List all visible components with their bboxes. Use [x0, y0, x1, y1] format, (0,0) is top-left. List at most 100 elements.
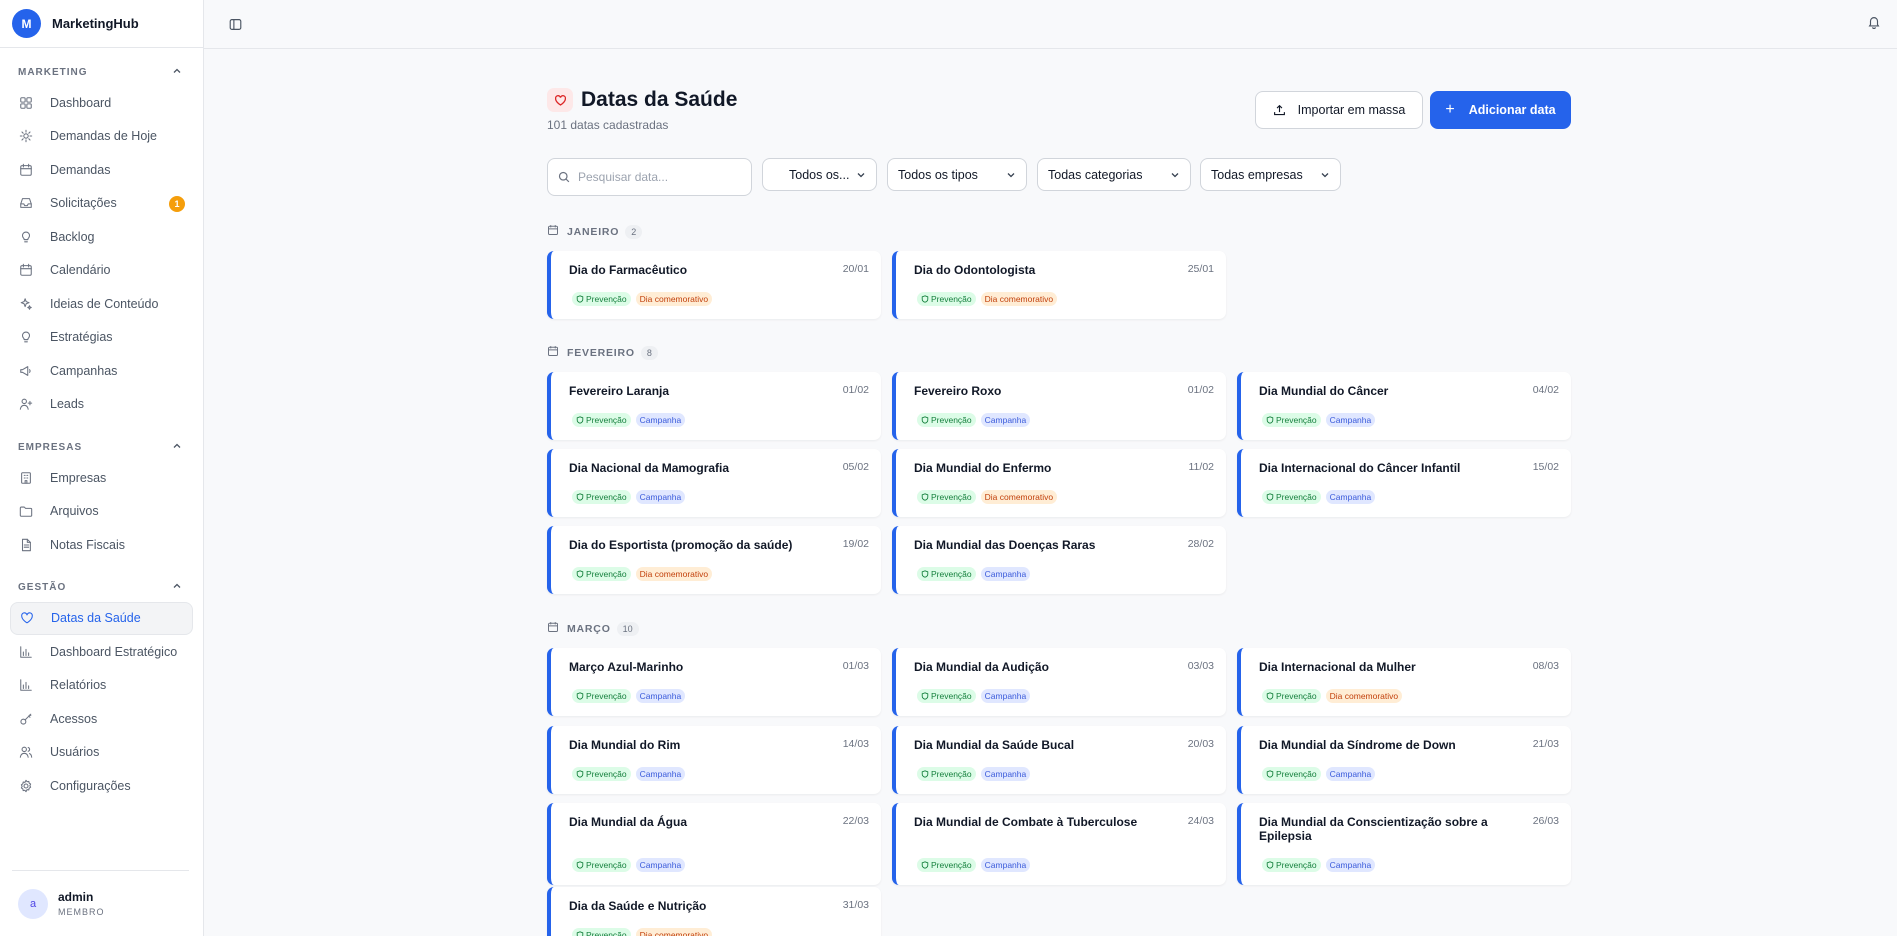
sidebar-item-label: Configurações — [50, 778, 131, 793]
health-date-card[interactable]: Dia Mundial de Combate à Tuberculose 24/0… — [892, 803, 1226, 885]
sidebar-item-dashboard[interactable]: Dashboard — [10, 86, 193, 120]
health-date-card[interactable]: Dia do Odontologista 25/01 Prevenção Dia co… — [892, 251, 1226, 319]
section-header-2[interactable]: GESTÃO — [0, 580, 203, 596]
sidebar-item-notas-fiscais[interactable]: Notas Fiscais — [10, 528, 193, 562]
add-date-button[interactable]: + Adicionar data — [1430, 91, 1571, 129]
card-tags: Prevenção Campanha — [572, 490, 686, 504]
sidebar-item-empresas[interactable]: Empresas — [10, 461, 193, 495]
sidebar-item-ideias-de-conteudo[interactable]: Ideias de Conteúdo — [10, 287, 193, 321]
brand[interactable]: M MarketingHub — [0, 0, 203, 48]
health-date-card[interactable]: Dia Mundial da Saúde Bucal 20/03 Prevenção… — [892, 726, 1226, 794]
sidebar-item-backlog[interactable]: Backlog — [10, 220, 193, 254]
health-date-card[interactable]: Dia Mundial do Rim 14/03 Prevenção Campanha — [547, 726, 881, 794]
tag-campanha: Campanha — [635, 413, 686, 427]
sidebar-item-acessos[interactable]: Acessos — [10, 702, 193, 736]
filters-bar: Todos os... Todos os tipos Todas categor… — [547, 158, 1571, 196]
sidebar-item-datas-da-saude[interactable]: Datas da Saúde — [10, 601, 193, 635]
tag-campanha: Campanha — [980, 767, 1031, 781]
health-date-card[interactable]: Dia do Farmacêutico 20/01 Prevenção Dia com… — [547, 251, 881, 319]
bell-icon[interactable] — [1867, 15, 1883, 31]
folder-icon — [18, 503, 34, 519]
health-date-card[interactable]: Março Azul-Marinho 01/03 Prevenção Campanha — [547, 648, 881, 716]
health-date-card[interactable]: Dia Internacional da Mulher 08/03 Prevençã… — [1237, 648, 1571, 716]
bar-chart-icon — [18, 644, 34, 660]
section-header-0[interactable]: MARKETING — [0, 64, 203, 80]
type-filter-value: Todos os tipos — [898, 167, 978, 182]
tag-prevencao-label: Prevenção — [931, 492, 972, 502]
search-icon — [558, 171, 570, 183]
tag-campanha: Campanha — [635, 689, 686, 703]
shield-icon — [576, 570, 586, 578]
section-header-1[interactable]: EMPRESAS — [0, 439, 203, 455]
tag-prevencao: Prevenção — [917, 567, 976, 581]
card-date: 28/02 — [1187, 538, 1214, 550]
sidebar-item-dashboard-estrategico[interactable]: Dashboard Estratégico — [10, 635, 193, 669]
sidebar-item-demandas-de-hoje[interactable]: Demandas de Hoje — [10, 120, 193, 154]
card-tags: Prevenção Campanha — [572, 767, 686, 781]
month-count-badge: 10 — [616, 621, 639, 636]
health-date-card[interactable]: Dia do Esportista (promoção da saúde) 19/… — [547, 526, 881, 594]
key-icon — [18, 711, 34, 727]
sidebar-item-relatorios[interactable]: Relatórios — [10, 669, 193, 703]
tag-dia: Dia comemorativo — [1325, 689, 1403, 703]
import-button[interactable]: Importar em massa — [1255, 91, 1423, 129]
tag-prevencao: Prevenção — [1262, 689, 1321, 703]
card-date: 15/02 — [1532, 461, 1559, 473]
health-date-card[interactable]: Dia Mundial da Síndrome de Down 21/03 Prev… — [1237, 726, 1571, 794]
tag-prevencao: Prevenção — [917, 767, 976, 781]
bar-chart-icon — [18, 677, 34, 693]
health-date-card[interactable]: Dia Mundial do Câncer 04/02 Prevenção Campa… — [1237, 372, 1571, 440]
page-subtitle: 101 datas cadastradas — [547, 118, 669, 132]
search-box[interactable] — [547, 158, 752, 196]
card-title: Dia Mundial de Combate à Tuberculose — [914, 815, 1138, 829]
shield-icon — [576, 861, 586, 869]
card-title: Março Azul-Marinho — [569, 660, 684, 674]
card-title: Dia Nacional da Mamografia — [569, 461, 730, 475]
sidebar-item-configuracoes[interactable]: Configurações — [10, 769, 193, 803]
company-filter-select[interactable]: Todas empresas — [1200, 158, 1341, 191]
health-date-card[interactable]: Dia Mundial das Doenças Raras 28/02 Preven… — [892, 526, 1226, 594]
sidebar-item-label: Demandas — [50, 162, 111, 177]
health-date-card[interactable]: Dia Internacional do Câncer Infantil 15/0… — [1237, 449, 1571, 517]
sidebar-item-arquivos[interactable]: Arquivos — [10, 495, 193, 529]
card-title: Dia Mundial da Audição — [914, 660, 1049, 674]
card-tags: Prevenção Dia comemorativo — [572, 292, 713, 306]
lightbulb-icon — [18, 329, 34, 345]
health-date-card[interactable]: Dia Mundial da Audição 03/03 Prevenção Camp… — [892, 648, 1226, 716]
sidebar-item-campanhas[interactable]: Campanhas — [10, 354, 193, 388]
calendar-icon — [547, 345, 559, 360]
health-date-card[interactable]: Fevereiro Laranja 01/02 Prevenção Campanha — [547, 372, 881, 440]
section-title: EMPRESAS — [18, 441, 83, 453]
type-filter-select[interactable]: Todos os tipos — [887, 158, 1027, 191]
tag-prevencao: Prevenção — [572, 689, 631, 703]
health-date-card[interactable]: Dia Mundial da Água 22/03 Prevenção Campanh… — [547, 803, 881, 885]
upload-icon — [1273, 104, 1285, 115]
health-date-card[interactable]: Dia Mundial da Conscientização sobre a E… — [1237, 803, 1571, 885]
card-tags: Prevenção Campanha — [917, 413, 1031, 427]
health-date-card[interactable]: Dia Nacional da Mamografia 05/02 Prevenção… — [547, 449, 881, 517]
month-count-badge: 8 — [640, 345, 658, 360]
health-date-card[interactable]: Dia Mundial do Enfermo 11/02 Prevenção Dia … — [892, 449, 1226, 517]
sidebar-item-calendario[interactable]: Calendário — [10, 254, 193, 288]
sidebar-item-solicitacoes[interactable]: Solicitações 1 — [10, 187, 193, 221]
search-input[interactable] — [578, 170, 738, 184]
health-date-card[interactable]: Dia da Saúde e Nutrição 31/03 Prevenção Dia… — [547, 887, 881, 936]
card-title: Dia Mundial da Água — [569, 815, 688, 829]
tag-prevencao: Prevenção — [917, 490, 976, 504]
chevron-down-icon — [1171, 172, 1179, 177]
sidebar-toggle-icon[interactable] — [226, 15, 244, 33]
tag-campanha: Campanha — [1325, 490, 1376, 504]
sidebar-item-label: Campanhas — [50, 363, 118, 378]
sidebar-item-usuarios[interactable]: Usuários — [10, 736, 193, 770]
sidebar-item-demandas[interactable]: Demandas — [10, 153, 193, 187]
card-title: Fevereiro Roxo — [914, 384, 1002, 398]
calendar-icon — [18, 262, 34, 278]
sidebar-item-label: Usuários — [50, 745, 100, 760]
category-filter-select[interactable]: Todas categorias — [1037, 158, 1191, 191]
sidebar-item-leads[interactable]: Leads — [10, 388, 193, 422]
status-filter-select[interactable]: Todos os... — [762, 158, 877, 191]
card-tags: Prevenção Campanha — [917, 858, 1031, 872]
health-date-card[interactable]: Fevereiro Roxo 01/02 Prevenção Campanha — [892, 372, 1226, 440]
sidebar-item-estrategias[interactable]: Estratégias — [10, 321, 193, 355]
user-profile[interactable]: a admin MEMBRO — [12, 870, 189, 936]
